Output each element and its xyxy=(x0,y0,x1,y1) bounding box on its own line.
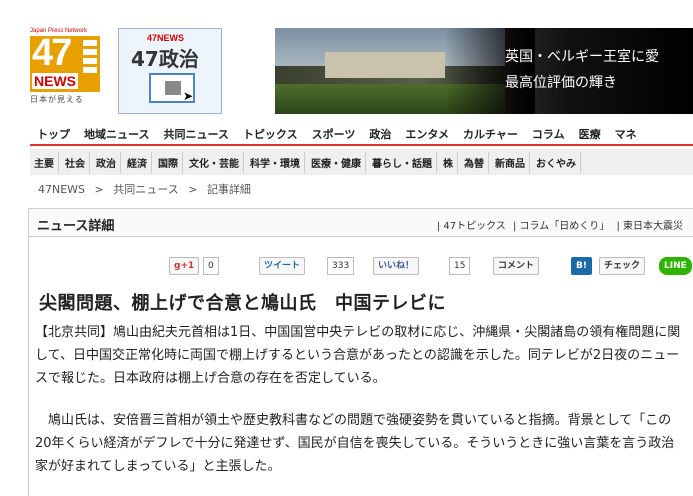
link-47topics[interactable]: | 47トピックス xyxy=(437,221,506,232)
breadcrumb: 47NEWS > 共同ニュース > 記事詳細 xyxy=(38,181,257,197)
subnav-item[interactable]: 新商品 xyxy=(491,151,530,173)
link-earthquake[interactable]: | 東日本大震災 xyxy=(616,221,683,232)
nav-item[interactable]: 政治 xyxy=(362,126,398,142)
tweet-button[interactable]: ツイート xyxy=(259,257,306,275)
subnav-item[interactable]: 医療・健康 xyxy=(307,151,366,173)
subnav-item[interactable]: 国際 xyxy=(154,151,183,173)
47seiji-banner[interactable]: 47NEWS 47政治 ➤ xyxy=(118,28,222,114)
subnav-item[interactable]: 文化・芸能 xyxy=(185,151,244,173)
nav-item[interactable]: 共同ニュース xyxy=(156,126,235,142)
nav-item[interactable]: マネ xyxy=(608,126,644,142)
cursor-icon: ➤ xyxy=(183,89,194,103)
box-links: | 47トピックス | コラム「日めくり」 | 東日本大震災 xyxy=(433,217,683,232)
nav-item[interactable]: スポーツ xyxy=(305,126,363,142)
logo-stripes xyxy=(83,40,97,74)
subnav-item[interactable]: 政治 xyxy=(92,151,121,173)
seiji-title: 47政治 xyxy=(131,47,199,71)
logo-subtitle: 日本が見える xyxy=(30,95,84,104)
banner-palace-image xyxy=(325,52,445,78)
subnav-item[interactable]: 株 xyxy=(439,151,458,173)
subnav-item[interactable]: おくやみ xyxy=(532,151,581,173)
comment-button[interactable]: コメント xyxy=(493,257,540,275)
social-bar: g+1 0 ツイート 333 いいね！ 15 コメント B! チェック LINE xyxy=(169,257,692,277)
nav-item[interactable]: カルチャー xyxy=(456,126,525,142)
article-paragraph-2: 鳩山氏は、安倍晋三首相が領土や歴史教科書などの問題で強硬姿勢を貫いていると指摘。… xyxy=(35,413,675,474)
article-headline: 尖閣問題、棚上げで合意と鳩山氏 中国テレビに xyxy=(39,293,446,314)
nav-item[interactable]: トピックス xyxy=(236,126,305,142)
subnav-item[interactable]: 主要 xyxy=(30,151,59,173)
mixi-check-button[interactable]: チェック xyxy=(599,257,646,275)
box-title: ニュース詳細 xyxy=(37,219,115,234)
like-count: 15 xyxy=(449,257,471,275)
nav-item[interactable]: トップ xyxy=(30,126,77,142)
tweet-count: 333 xyxy=(327,257,355,275)
hatena-bookmark-button[interactable]: B! xyxy=(571,257,592,275)
breadcrumb-current: 記事詳細 xyxy=(206,183,251,196)
like-button[interactable]: いいね！ xyxy=(373,257,420,275)
nav-item[interactable]: コラム xyxy=(525,126,572,142)
link-column[interactable]: | コラム「日めくり」 xyxy=(513,221,609,232)
logo-mark: 47 NEWS xyxy=(30,32,100,92)
banner-line2: 最高位評価の輝き xyxy=(505,75,617,91)
nav-item[interactable]: 地域ニュース xyxy=(77,126,156,142)
banner-line1: 英国・ベルギー王室に愛 xyxy=(505,49,659,65)
logo-number: 47 xyxy=(32,32,72,74)
gplus-button[interactable]: g+1 xyxy=(169,257,200,275)
subnav-item[interactable]: 暮らし・話題 xyxy=(368,151,437,173)
seiji-small-label: 47NEWS xyxy=(147,33,185,43)
article-paragraph-1: 【北京共同】鳩山由紀夫元首相は1日、中国国営中央テレビの取材に応じ、沖縄県・尖閣… xyxy=(35,325,681,386)
banner-text: 英国・ベルギー王室に愛 最高位評価の輝き xyxy=(505,44,659,96)
sub-nav: 主要 社会 政治 経済 国際 文化・芸能 科学・環境 医療・健康 暮らし・話題 … xyxy=(30,149,693,175)
breadcrumb-home[interactable]: 47NEWS xyxy=(38,183,85,196)
47news-logo[interactable]: Japan Press Network 47 NEWS 日本が見える xyxy=(30,28,100,114)
nav-item[interactable]: エンタメ xyxy=(398,126,456,142)
logo-news-text: NEWS xyxy=(32,73,78,89)
subnav-item[interactable]: 科学・環境 xyxy=(246,151,305,173)
breadcrumb-section[interactable]: 共同ニュース xyxy=(113,183,178,196)
breadcrumb-separator: > xyxy=(188,183,198,196)
subnav-item[interactable]: 社会 xyxy=(61,151,90,173)
gplus-count: 0 xyxy=(203,257,219,275)
main-nav: トップ 地域ニュース 共同ニュース トピックス スポーツ 政治 エンタメ カルチ… xyxy=(30,124,693,146)
ad-banner[interactable]: 英国・ベルギー王室に愛 最高位評価の輝き xyxy=(275,28,693,114)
subnav-item[interactable]: 経済 xyxy=(123,151,152,173)
line-share-button[interactable]: LINE xyxy=(659,257,692,275)
news-detail-box: ニュース詳細 | 47トピックス | コラム「日めくり」 | 東日本大震災 g+… xyxy=(28,208,693,496)
breadcrumb-separator: > xyxy=(94,183,104,196)
nav-item[interactable]: 医療 xyxy=(572,126,608,142)
subnav-item[interactable]: 為替 xyxy=(460,151,489,173)
box-header: ニュース詳細 | 47トピックス | コラム「日めくり」 | 東日本大震災 xyxy=(29,209,693,237)
